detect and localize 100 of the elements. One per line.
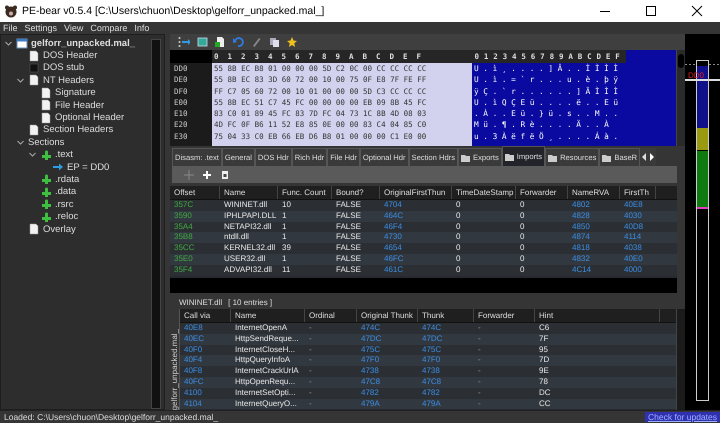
table-cell-text: 4114 — [623, 232, 642, 244]
table-cell-text: HttpOpenRequ... — [234, 376, 296, 388]
tree-item[interactable]: .reloc — [55, 211, 78, 222]
table-cell-text: 40F8 — [183, 366, 204, 377]
table-cell-text: 1 — [281, 232, 288, 244]
table-cell-text: 0 — [455, 222, 462, 232]
tree-item[interactable]: Overlay — [43, 224, 76, 235]
table-cell-text: 4818 — [571, 243, 591, 254]
column-header[interactable]: Original Thunk — [357, 309, 418, 322]
tree-item[interactable]: Optional Header — [55, 112, 124, 124]
copy-icon[interactable] — [268, 36, 280, 48]
tree-item[interactable]: .data — [55, 186, 76, 198]
tree-item[interactable]: File Header — [55, 100, 104, 111]
table-cell-text: - — [308, 388, 313, 399]
undo-icon[interactable] — [232, 36, 244, 48]
table-cell-text: 0 — [519, 264, 526, 276]
tree-item[interactable]: DOS stub — [43, 62, 84, 74]
table-cell-text: - — [308, 323, 313, 334]
table-cell-text: - — [477, 398, 482, 410]
left-arrow-icon[interactable] — [640, 151, 648, 163]
table-cell-text: 40E8 — [623, 200, 644, 211]
goto-icon[interactable] — [178, 36, 190, 48]
tree-item[interactable]: Section Headers — [43, 124, 114, 136]
caret-icon[interactable] — [4, 38, 13, 48]
table-cell-text: 4038 — [623, 243, 643, 254]
column-header[interactable]: Func. Count — [278, 186, 332, 199]
tree-item[interactable]: NT Headers — [43, 74, 94, 86]
star-icon[interactable] — [286, 36, 298, 48]
column-header[interactable]: Forwarder — [474, 309, 535, 322]
right-arrow-icon[interactable] — [648, 151, 656, 163]
pen-icon[interactable] — [250, 36, 262, 48]
table-cell-text: 47DC — [421, 334, 444, 345]
table-cell-text: 35CC — [173, 243, 196, 254]
menu-item[interactable]: View — [64, 23, 84, 33]
table-cell-text: InternetCrackUrlA — [234, 366, 300, 377]
update-link[interactable]: Check for updates — [645, 412, 720, 422]
clipboard-icon[interactable] — [220, 170, 230, 180]
caret-icon[interactable] — [16, 138, 25, 147]
menu-item[interactable]: Settings — [24, 23, 58, 33]
table-cell-text: 1 — [281, 222, 288, 232]
table-cell-text: 78 — [538, 376, 549, 388]
table-cell-text: - — [308, 344, 313, 356]
table-cell-text: 47F0 — [421, 355, 442, 366]
tree-item[interactable]: Signature — [55, 87, 96, 98]
table-cell-text: 4704 — [383, 200, 403, 211]
column-header[interactable]: Thunk — [418, 309, 474, 322]
table-cell-text: 35A4 — [173, 222, 194, 232]
table-cell-text: 0 — [455, 232, 462, 244]
table-cell-text: InternetSetOpti... — [234, 388, 296, 399]
table-cell-text: 479A — [421, 398, 442, 410]
tree-item[interactable]: EP = DD0 — [67, 162, 110, 173]
menu-item[interactable]: Compare — [90, 23, 128, 33]
column-header[interactable]: Forwarder — [516, 186, 568, 199]
table-cell-text: 10 — [281, 200, 292, 211]
table-cell-text: HttpSendReque... — [234, 334, 300, 345]
table-cell-text: 474C — [421, 323, 442, 334]
column-header[interactable]: TimeDateStamp — [452, 186, 516, 199]
tree-item[interactable]: DOS Header — [43, 50, 98, 62]
tree-item[interactable]: .rdata — [55, 174, 80, 185]
caret-icon[interactable] — [16, 76, 25, 85]
tree-item[interactable]: .text — [55, 149, 73, 160]
table-cell-text: 4782 — [421, 388, 441, 399]
document-icon — [40, 99, 52, 112]
column-header[interactable]: NameRVA — [568, 186, 620, 199]
column-header[interactable]: Hint — [535, 309, 660, 322]
window-title: PE-bear v0.5.4 [C:\Users\chuon\Desktop\gelforr_unpacked.mal_] — [22, 5, 324, 17]
table-cell-text: 1 — [281, 254, 288, 265]
column-header[interactable]: Bound? — [332, 186, 380, 199]
table-cell-text: - — [477, 366, 482, 377]
table-cell-text: 4738 — [360, 366, 380, 377]
document-icon — [28, 124, 40, 136]
table-cell-text: 7D — [538, 355, 550, 366]
column-header[interactable]: Call via — [180, 309, 231, 322]
table-cell-text: 47F0 — [360, 355, 380, 366]
status-text: Loaded: C:\Users\chuon\Desktop\gelforr_unpacked.mal_ — [4, 412, 218, 422]
plus-icon[interactable] — [202, 170, 212, 180]
column-header[interactable]: FirstTh — [620, 186, 656, 199]
tree-item[interactable]: .rsrc — [55, 198, 74, 210]
column-header[interactable]: Ordinal — [305, 309, 357, 322]
table-cell-text: 475C — [360, 344, 382, 356]
column-header[interactable]: Name — [220, 186, 278, 199]
table-cell-text: 475C — [421, 344, 442, 356]
column-header[interactable]: OriginalFirstThun — [380, 186, 452, 199]
column-header[interactable]: Offset — [170, 186, 220, 199]
window-icon[interactable] — [196, 36, 208, 48]
document-icon[interactable] — [214, 36, 226, 48]
table-cell-text: 11 — [281, 264, 292, 276]
menu-item[interactable]: Info — [134, 23, 150, 33]
table-cell-text: - — [308, 355, 313, 366]
menu-item[interactable]: File — [3, 23, 18, 33]
tree-item[interactable]: gelforr_unpacked.mal_ — [31, 38, 136, 49]
column-header[interactable]: Name — [231, 309, 305, 322]
caret-icon[interactable] — [28, 150, 37, 160]
table-cell-text: 46FC — [383, 254, 405, 265]
table-cell-text: FALSE — [335, 200, 362, 211]
table-cell-text: 3590 — [173, 210, 193, 222]
table-cell-text: InternetCloseH... — [234, 344, 296, 356]
table-cell-text: - — [308, 398, 313, 410]
table-cell-text: 4030 — [623, 210, 643, 222]
tree-item[interactable]: Sections — [28, 136, 64, 148]
